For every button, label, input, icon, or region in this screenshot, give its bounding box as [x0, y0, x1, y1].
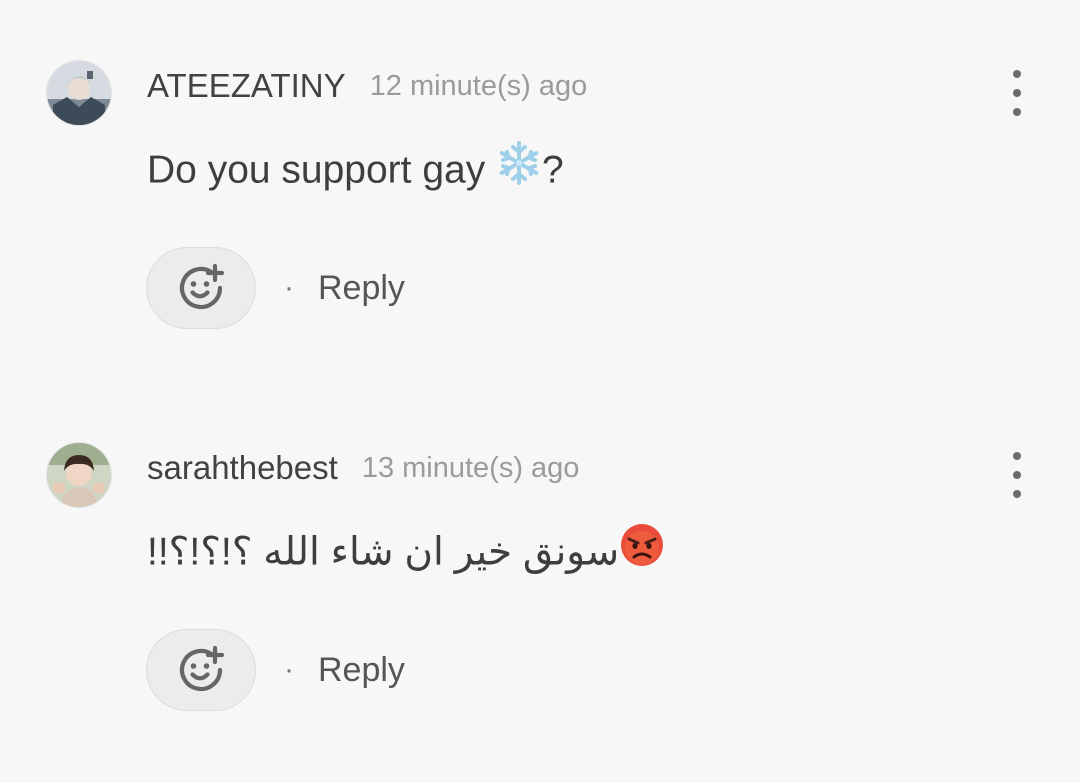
dot [1013, 452, 1021, 460]
dot [1013, 471, 1021, 479]
separator: · [284, 653, 294, 686]
dot [1013, 490, 1021, 498]
snowflake-icon [496, 140, 542, 204]
more-options-icon[interactable] [996, 450, 1038, 500]
add-reaction-button[interactable] [146, 629, 256, 711]
comment-text: Do you support gay ? [147, 140, 564, 200]
reply-button[interactable]: Reply [318, 651, 405, 690]
comment-header: ATEEZATINY 12 minute(s) ago [147, 64, 587, 108]
comment-text-suffix: ? [542, 148, 564, 192]
timestamp: 12 minute(s) ago [369, 69, 588, 102]
reply-button[interactable]: Reply [318, 269, 405, 308]
comment-item: ATEEZATINY 12 minute(s) ago Do you suppo… [0, 0, 1080, 360]
dot [1013, 89, 1021, 97]
angry-face-icon [619, 522, 665, 586]
add-reaction-icon [179, 645, 225, 692]
avatar[interactable] [47, 443, 111, 507]
comment-text-main: Do you support gay [147, 148, 497, 192]
comment-actions: · Reply [146, 628, 405, 712]
comment-text: سونق خير ان شاء الله ؟!؟!؟!! [147, 522, 665, 582]
dot [1013, 70, 1021, 78]
comment-actions: · Reply [146, 246, 405, 330]
comment-text-main: سونق خير ان شاء الله ؟!؟!؟!! [147, 530, 620, 574]
timestamp: 13 minute(s) ago [361, 451, 580, 484]
avatar[interactable] [47, 61, 111, 125]
more-options-icon[interactable] [996, 68, 1038, 118]
username[interactable]: sarahthebest [147, 449, 338, 487]
comment-header: sarahthebest 13 minute(s) ago [147, 446, 579, 490]
separator: · [284, 271, 294, 304]
add-reaction-icon [179, 263, 225, 310]
dot [1013, 108, 1021, 116]
username[interactable]: ATEEZATINY [147, 67, 346, 105]
add-reaction-button[interactable] [146, 247, 256, 329]
comment-item: sarahthebest 13 minute(s) ago سونق خير ا… [0, 382, 1080, 742]
